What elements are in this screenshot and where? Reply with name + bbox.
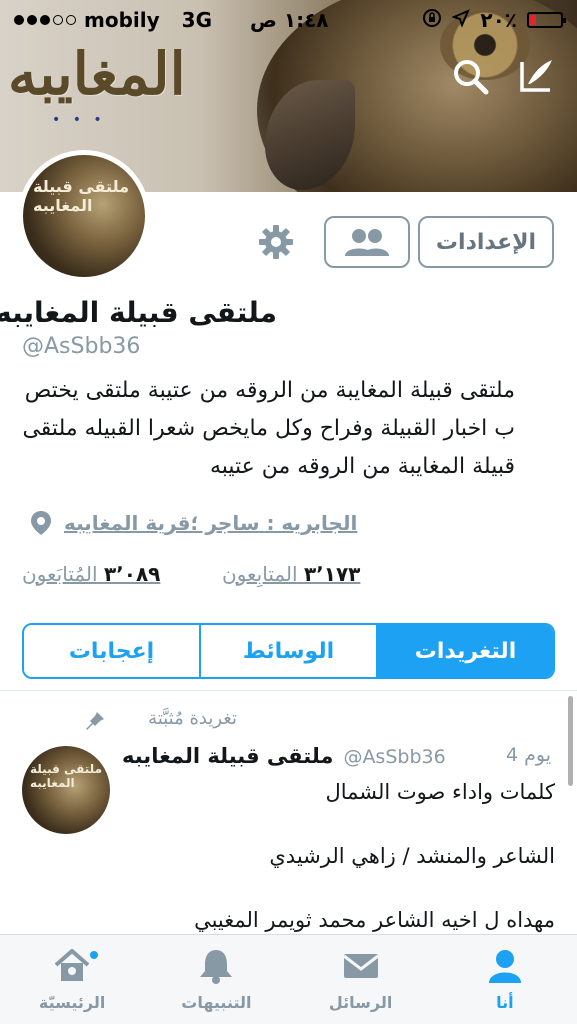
profile-bio: ملتقى قبيلة المغايبة من الروقه من عتيبة … (22, 378, 515, 479)
people-icon (345, 229, 389, 256)
location-arrow-icon (451, 8, 471, 32)
battery-fill (530, 15, 537, 25)
following-label: المُتابَعون (22, 562, 98, 586)
notification-dot (88, 949, 100, 961)
tweet-avatar-text: ملتقى قبيلة المغايبه (30, 762, 103, 791)
search-icon[interactable] (450, 56, 490, 96)
lists-button[interactable] (324, 216, 410, 268)
nav-messages[interactable]: الرسائل (289, 935, 433, 1024)
tab-likes[interactable]: إعجابات (24, 625, 199, 677)
nav-notifications[interactable]: التنبيهات (144, 935, 288, 1024)
nav-home-label: الرئيسيّة (38, 993, 106, 1012)
tweet-author-handle: @AsSbb36 (343, 746, 446, 768)
banner-dots: • • • (52, 112, 106, 128)
pin-icon (84, 710, 106, 732)
tab-media[interactable]: الوسائط (199, 625, 376, 677)
home-icon (54, 949, 90, 981)
tweet-author-name[interactable]: ملتقى قبيلة المغايبه (122, 744, 333, 768)
nav-notifications-label: التنبيهات (181, 993, 252, 1012)
scrollbar[interactable] (568, 696, 573, 786)
signal-strength-icon (14, 15, 76, 25)
nav-messages-label: الرسائل (328, 993, 393, 1012)
nav-home[interactable]: الرئيسيّة (0, 935, 144, 1024)
profile-name: ملتقى قبيلة المغايبه (0, 296, 277, 329)
profile-avatar[interactable]: ملتقى قبيلة المغايبه (18, 150, 150, 282)
tab-tweets[interactable]: التغريدات (376, 625, 553, 677)
bell-icon (200, 950, 233, 984)
profile-location[interactable]: الجابريه : ساجر ؛قرية المغايبه (30, 510, 357, 536)
followers-label: المتابِعون (222, 562, 298, 586)
following-stat[interactable]: ٣٬٠٨٩ المُتابَعون (22, 562, 160, 586)
avatar-logo-text: ملتقى قبيلة المغايبه (33, 177, 130, 216)
profile-avatar-image: ملتقى قبيلة المغايبه (23, 155, 145, 277)
divider (0, 690, 577, 691)
location-text[interactable]: الجابريه : ساجر ؛قرية المغايبه (64, 511, 357, 535)
tweet-avatar[interactable]: ملتقى قبيلة المغايبه (22, 746, 110, 834)
pinned-tweet-label: تغريدة مُثبَّتة (148, 708, 237, 729)
battery-icon (527, 12, 566, 28)
nav-me-label: أنا (496, 993, 514, 1012)
banner-logo-text: المغايبه (8, 40, 186, 108)
profile-handle: @AsSbb36 (22, 334, 141, 359)
battery-percent: ٢٠٪ (480, 8, 517, 32)
person-icon (488, 950, 521, 983)
network-type: 3G (181, 8, 212, 32)
status-time: ١:٤٨ ص (250, 8, 329, 32)
status-bar: mobily 3G ١:٤٨ ص ٢٠٪ (0, 0, 577, 40)
followers-count: ٣٬١٧٣ (303, 562, 361, 586)
tweet-header: ملتقى قبيلة المغايبه @AsSbb36 (122, 744, 446, 768)
location-pin-icon (30, 510, 52, 536)
nav-me[interactable]: أنا (433, 935, 577, 1024)
compose-tweet-icon[interactable] (516, 56, 556, 96)
edit-profile-button[interactable]: الإعدادات (418, 216, 554, 268)
gear-icon[interactable] (256, 222, 296, 262)
bottom-navigation: الرئيسيّة التنبيهات الرسائل أنا (0, 934, 577, 1024)
carrier-name: mobily (84, 8, 160, 32)
followers-stat[interactable]: ٣٬١٧٣ المتابِعون (222, 562, 360, 586)
tweet-text[interactable]: كلمات واداء صوت الشمال الشاعر والمنشد / … (120, 776, 555, 936)
profile-tabs: إعجابات الوسائط التغريدات (22, 623, 555, 679)
lock-rotation-icon (422, 8, 442, 33)
tweet-timestamp: 4 يوم (506, 744, 552, 766)
envelope-icon (342, 954, 379, 978)
following-count: ٣٬٠٨٩ (103, 562, 161, 586)
